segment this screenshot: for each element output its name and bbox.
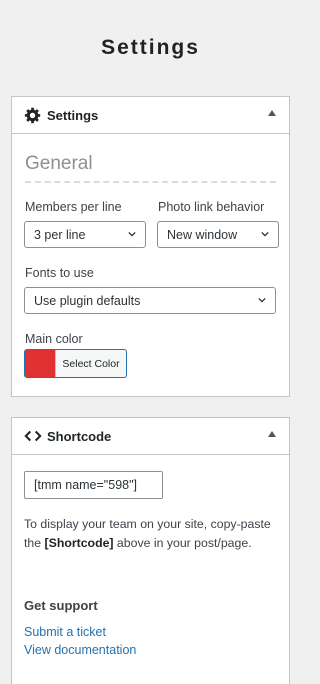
settings-panel-title: Settings (47, 107, 99, 123)
fonts-to-use-select[interactable]: Use plugin defaults (24, 287, 276, 314)
members-per-line-label: Members per line (25, 200, 122, 214)
section-divider (25, 181, 276, 183)
main-color-label: Main color (25, 332, 83, 346)
chevron-down-icon (128, 231, 136, 237)
settings-panel: Settings General Members per line 3 per … (11, 96, 290, 397)
section-title-general: General (25, 153, 93, 174)
select-color-button[interactable]: Select Color (24, 349, 127, 378)
shortcode-description: To display your team on your site, copy-… (24, 517, 271, 550)
collapse-arrow-icon[interactable] (268, 110, 276, 116)
photo-link-behavior-label: Photo link behavior (158, 200, 265, 214)
shortcode-panel-title: Shortcode (47, 428, 112, 444)
submit-ticket-link[interactable]: Submit a ticket (24, 625, 106, 639)
chevron-down-icon (261, 231, 269, 237)
gear-icon (24, 106, 42, 124)
settings-panel-header[interactable]: Settings (12, 97, 289, 134)
view-documentation-link[interactable]: View documentation (24, 643, 136, 657)
members-per-line-select[interactable]: 3 per line (24, 221, 146, 248)
color-swatch (25, 350, 56, 377)
fonts-to-use-value: Use plugin defaults (34, 293, 141, 308)
members-per-line-value: 3 per line (34, 227, 86, 242)
shortcode-field[interactable]: [tmm name="598"] (24, 471, 163, 499)
page-title: Settings (101, 36, 200, 59)
photo-link-behavior-select[interactable]: New window (157, 221, 279, 248)
collapse-arrow-icon[interactable] (268, 431, 276, 437)
fonts-to-use-label: Fonts to use (25, 266, 94, 280)
shortcode-panel: Shortcode [tmm name="598"] To display yo… (11, 417, 290, 684)
photo-link-behavior-value: New window (167, 227, 238, 242)
code-icon (24, 427, 42, 445)
chevron-down-icon (258, 297, 266, 303)
get-support-title: Get support (24, 598, 98, 613)
shortcode-panel-header[interactable]: Shortcode (12, 418, 289, 455)
select-color-label: Select Color (62, 357, 120, 370)
